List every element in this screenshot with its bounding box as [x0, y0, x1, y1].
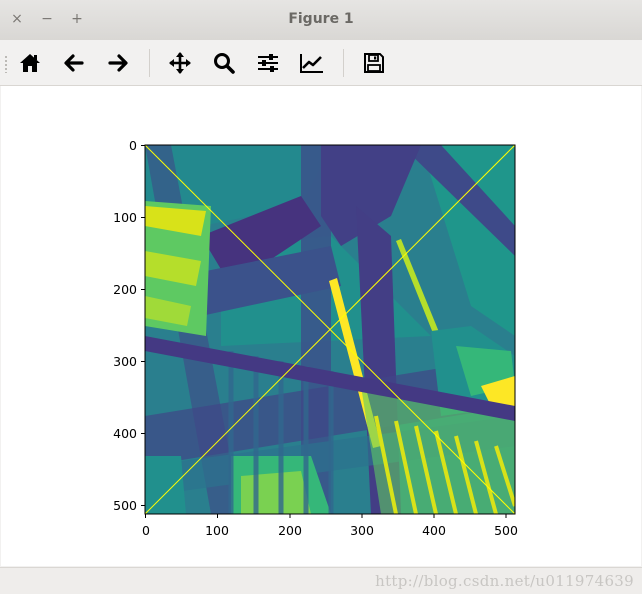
x-tick-label: 500 — [494, 523, 518, 538]
toolbar-grip — [4, 55, 8, 73]
toolbar — [0, 40, 642, 86]
x-axis: 0 100 200 300 400 500 — [142, 514, 518, 538]
x-tick-label: 300 — [350, 523, 374, 538]
subplots-button[interactable] — [250, 46, 286, 80]
home-button[interactable] — [12, 46, 48, 80]
figure-canvas[interactable]: 0 100 200 300 400 500 0 100 200 300 400 — [1, 86, 641, 566]
status-bar: http://blog.csdn.net/u011974639 — [0, 567, 642, 594]
save-button[interactable] — [356, 46, 392, 80]
y-axis: 0 100 200 300 400 500 — [113, 138, 145, 513]
zoom-button[interactable] — [206, 46, 242, 80]
axes: 0 100 200 300 400 500 0 100 200 300 400 — [113, 138, 518, 538]
pan-button[interactable] — [162, 46, 198, 80]
toolbar-separator — [149, 49, 150, 77]
edit-axes-button[interactable] — [294, 46, 330, 80]
sliders-icon — [258, 54, 278, 72]
x-tick-label: 0 — [142, 523, 150, 538]
title-bar: × − + Figure 1 — [0, 0, 642, 41]
forward-button[interactable] — [100, 46, 136, 80]
y-tick-label: 100 — [113, 210, 137, 225]
image-plot — [145, 145, 515, 514]
y-tick-label: 200 — [113, 282, 137, 297]
toolbar-separator — [343, 49, 344, 77]
y-tick-label: 300 — [113, 354, 137, 369]
y-tick-label: 500 — [113, 498, 137, 513]
magnifier-icon — [214, 53, 235, 74]
arrow-right-icon — [108, 54, 128, 72]
y-tick-label: 400 — [113, 426, 137, 441]
back-button[interactable] — [56, 46, 92, 80]
x-tick-label: 100 — [205, 523, 229, 538]
home-icon — [20, 54, 40, 72]
watermark-text: http://blog.csdn.net/u011974639 — [375, 572, 634, 590]
x-tick-label: 400 — [422, 523, 446, 538]
y-tick-label: 0 — [129, 138, 137, 153]
window-title: Figure 1 — [288, 11, 354, 27]
x-tick-label: 200 — [278, 523, 302, 538]
chart-line-icon — [300, 54, 323, 73]
arrow-left-icon — [64, 54, 84, 72]
floppy-disk-icon — [364, 53, 384, 73]
move-icon — [169, 52, 191, 74]
figure-window: × − + Figure 1 0 100 200 300 400 500 0 1… — [0, 0, 642, 594]
